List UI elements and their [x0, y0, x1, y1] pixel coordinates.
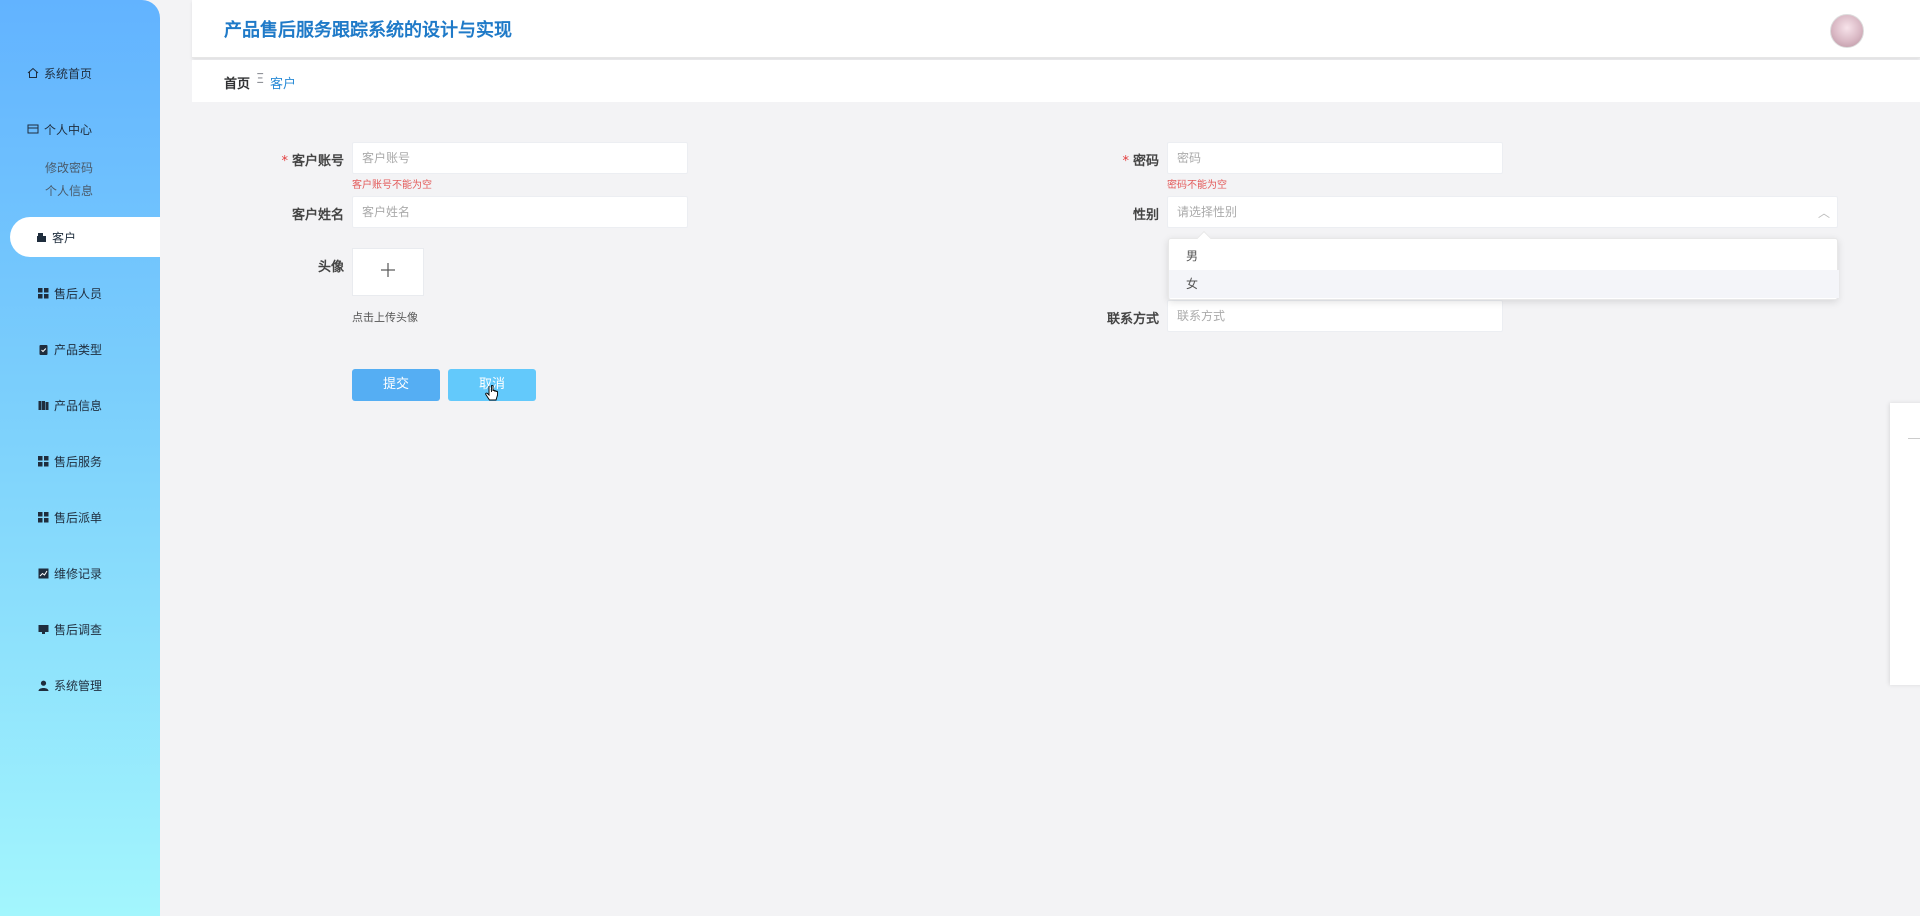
sidebar-item-label: 客户 [52, 230, 77, 245]
phone-input[interactable]: 联系方式 [1167, 300, 1503, 332]
sidebar-item-personal-info[interactable]: 个人信息 [45, 182, 93, 200]
panel-divider [1908, 438, 1920, 439]
sidebar-item-repair-records[interactable]: 维修记录 [0, 553, 160, 593]
submit-button[interactable]: 提交 [352, 369, 440, 401]
sidebar-item-survey[interactable]: 售后调查 [0, 609, 160, 649]
chevron-up-icon[interactable]: ︿ [1818, 204, 1830, 221]
hand-cursor-icon [485, 384, 499, 407]
password-label-text: 密码 [1132, 154, 1159, 169]
book-icon [36, 398, 50, 412]
side-panel [1890, 403, 1920, 685]
gender-option-female[interactable]: 女 [1169, 270, 1839, 298]
sidebar-item-label: 售后派单 [54, 510, 103, 525]
gender-dropdown: 男 女 [1168, 230, 1839, 300]
required-mark: * [1122, 154, 1129, 169]
breadcrumb-current: 客户 [270, 77, 297, 92]
grid-icon [36, 510, 50, 524]
gender-option-male[interactable]: 男 [1169, 242, 1839, 270]
account-input[interactable]: 客户账号 [352, 142, 688, 174]
avatar-upload-hint: 点击上传头像 [352, 311, 418, 324]
sidebar-item-label: 系统首页 [44, 66, 93, 81]
grid-icon [36, 286, 50, 300]
sidebar-item-service-staff[interactable]: 售后人员 [0, 273, 160, 313]
password-input[interactable]: 密码 [1167, 142, 1503, 174]
sidebar-item-label: 产品信息 [54, 398, 103, 413]
password-label: * 密码 [1049, 150, 1159, 169]
breadcrumb-home[interactable]: 首页 [224, 73, 250, 92]
name-label: 客户姓名 [291, 208, 344, 223]
sidebar-item-home[interactable]: 系统首页 [0, 53, 160, 93]
account-label: * 客户账号 [234, 150, 344, 169]
sidebar-item-label: 售后服务 [54, 454, 103, 469]
sidebar-item-label: 售后人员 [54, 286, 103, 301]
sidebar-item-label: 系统管理 [54, 678, 103, 693]
app-title: 产品售后服务跟踪系统的设计与实现 [224, 20, 512, 41]
sidebar-item-label: 产品类型 [54, 342, 103, 357]
sidebar: 系统首页 个人中心 修改密码 个人信息 客户 售后人员 产品类型 产品信息 售后… [0, 0, 160, 916]
sidebar-item-change-password[interactable]: 修改密码 [45, 159, 93, 177]
required-mark: * [281, 154, 288, 169]
password-error: 密码不能为空 [1167, 180, 1227, 191]
grid-icon [36, 454, 50, 468]
sidebar-item-product-info[interactable]: 产品信息 [0, 385, 160, 425]
avatar-upload-button[interactable] [352, 248, 424, 296]
clipboard-icon [36, 342, 50, 356]
gender-select[interactable]: 请选择性别 [1167, 196, 1838, 228]
sidebar-item-after-sales-service[interactable]: 售后服务 [0, 441, 160, 481]
sidebar-item-label: 维修记录 [54, 566, 103, 581]
customer-icon [34, 230, 48, 244]
sidebar-item-label: 个人中心 [44, 122, 93, 137]
name-input[interactable]: 客户姓名 [352, 196, 688, 228]
profile-icon [26, 122, 40, 136]
sidebar-item-customer[interactable]: 客户 [10, 217, 160, 257]
breadcrumb: 首页 Ξ 客户 [192, 60, 1920, 102]
avatar[interactable] [1830, 14, 1864, 48]
sidebar-item-profile[interactable]: 个人中心 [0, 109, 160, 149]
phone-label: 联系方式 [1106, 312, 1159, 327]
chart-icon [36, 566, 50, 580]
sidebar-item-system-admin[interactable]: 系统管理 [0, 665, 160, 705]
plus-icon [380, 262, 396, 282]
gender-label: 性别 [1132, 208, 1159, 223]
sidebar-item-dispatch[interactable]: 售后派单 [0, 497, 160, 537]
monitor-icon [36, 622, 50, 636]
account-label-text: 客户账号 [291, 154, 344, 169]
sidebar-item-label: 售后调查 [54, 622, 103, 637]
sidebar-item-product-type[interactable]: 产品类型 [0, 329, 160, 369]
top-header: 产品售后服务跟踪系统的设计与实现 [192, 0, 1920, 58]
avatar-label: 头像 [317, 260, 344, 275]
account-error: 客户账号不能为空 [352, 180, 432, 191]
user-icon [36, 678, 50, 692]
breadcrumb-separator-icon: Ξ [256, 72, 265, 87]
home-icon [26, 66, 40, 80]
